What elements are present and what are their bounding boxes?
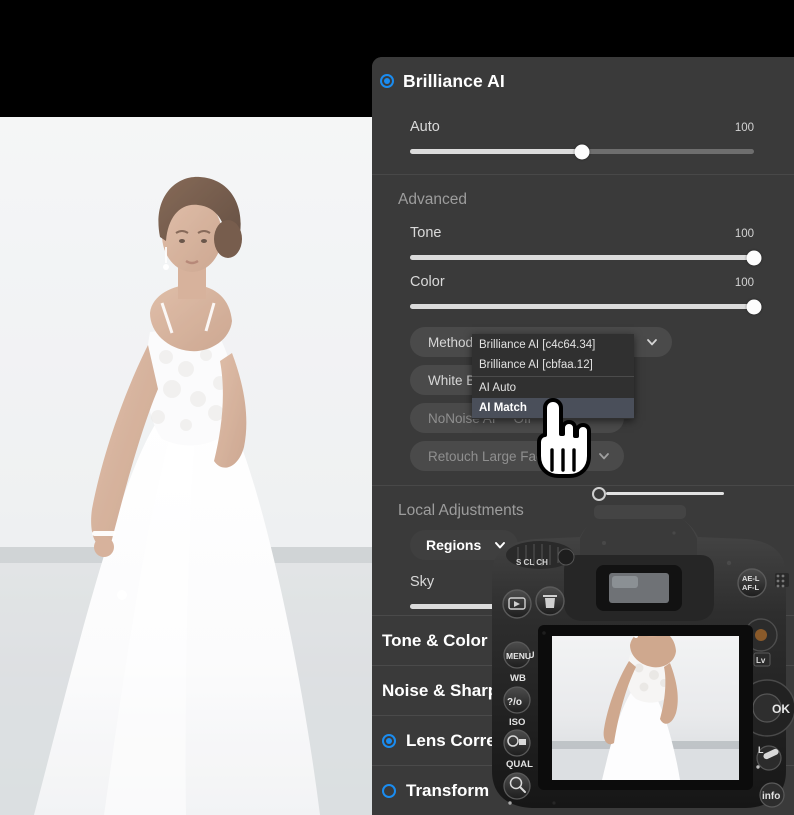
tone-slider-row: Tone 100 [410,211,762,265]
svg-text:MENU: MENU [506,651,531,661]
color-slider-label: Color [410,274,445,290]
transform-radio-icon[interactable] [382,783,396,798]
auto-slider-label: Auto [410,119,440,135]
svg-text:info: info [762,791,780,802]
page-title: Brilliance AI [403,70,505,91]
auto-slider-value: 100 [734,122,754,134]
auto-slider-row: Auto 100 [410,105,754,159]
menu-item-brilliance-ai-c4c64[interactable]: Brilliance AI [c4c64.34] [472,335,634,355]
tone-slider-track[interactable] [410,250,762,265]
tone-slider-value: 100 [734,228,754,240]
mouse-cursor-pointing-hand-icon [527,398,591,483]
chevron-down-icon [598,450,610,462]
menu-separator [472,376,634,377]
svg-text:?/o: ?/o [507,697,522,708]
regions-label: Regions [426,537,482,553]
color-slider-track[interactable] [410,299,762,314]
svg-text:AE-L: AE-L [742,574,760,583]
color-slider-knob[interactable] [746,299,762,314]
svg-text:AF-L: AF-L [742,583,759,592]
panel-header: Brilliance AI [372,57,794,105]
method-label: Method [428,334,474,350]
tone-slider-knob[interactable] [746,250,762,265]
retouch-dropdown-button[interactable]: Retouch Large Faces [410,441,624,471]
advanced-section-title: Advanced [398,191,467,208]
sky-slider-label: Sky [410,574,435,590]
tab-transform-label: Transform [406,780,490,800]
color-slider-value: 100 [734,277,754,289]
lens-corrections-radio-icon[interactable] [382,733,396,748]
svg-text:QUAL: QUAL [506,759,533,770]
auto-section: Auto 100 [372,105,794,174]
tone-slider-label: Tone [410,225,442,241]
menu-item-brilliance-ai-cbfaa[interactable]: Brilliance AI [cbfaa.12] [472,355,634,375]
main-photo [0,117,372,815]
svg-text:ISO: ISO [509,717,525,728]
color-slider-row: Color 100 [410,260,762,314]
svg-text:Lv: Lv [756,656,766,665]
svg-text:L: L [758,745,764,755]
auto-slider-knob[interactable] [574,144,590,159]
svg-text:WB: WB [510,673,526,684]
brilliance-ai-radio-icon[interactable] [380,74,394,88]
screenshot-root: Brilliance AI Auto 100 Advanced Tone 100… [0,0,794,815]
auto-slider-track[interactable] [410,144,754,159]
svg-text:S CL CH: S CL CH [516,558,548,567]
chevron-down-icon [646,336,658,348]
tab-tone-and-color-label: Tone & Color [382,630,488,650]
svg-text:OK: OK [772,702,790,716]
dslr-camera-overlay: S CL CH AE-L AF-L Lv OK L info MENU WB ?… [484,503,794,815]
local-adjustments-slider-knob[interactable] [592,487,606,501]
menu-item-ai-auto[interactable]: AI Auto [472,378,634,398]
